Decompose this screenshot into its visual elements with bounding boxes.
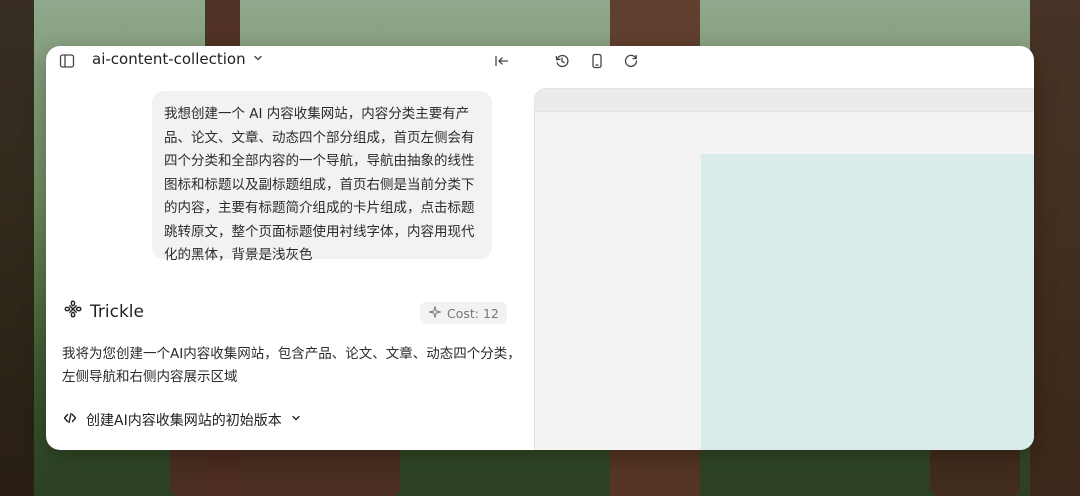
version-toggle[interactable]: 创建AI内容收集网站的初始版本: [62, 410, 302, 430]
chevron-down-icon: [290, 412, 302, 428]
top-toolbar: ai-content-collection: [46, 46, 1034, 76]
preview-toolbar: [535, 89, 1034, 112]
cost-label: Cost: 12: [447, 305, 499, 321]
sidebar-icon[interactable]: [56, 50, 78, 72]
cost-badge: Cost: 12: [420, 302, 507, 324]
trickle-logo-icon: [62, 298, 84, 325]
chat-panel: 我想创建一个 AI 内容收集网站，内容分类主要有产品、论文、文章、动态四个部分组…: [46, 76, 524, 450]
version-label: 创建AI内容收集网站的初始版本: [86, 413, 282, 429]
assistant-reply: 我将为您创建一个AI内容收集网站，包含产品、论文、文章、动态四个分类，左侧导航和…: [62, 346, 521, 385]
sparkle-icon: [428, 305, 442, 322]
project-name: ai-content-collection: [92, 50, 246, 68]
history-icon[interactable]: [551, 50, 573, 72]
phone-icon[interactable]: [586, 50, 608, 72]
refresh-icon[interactable]: [620, 50, 642, 72]
project-switcher[interactable]: ai-content-collection: [92, 50, 264, 68]
preview-panel: [534, 88, 1034, 450]
assistant-header: Trickle: [62, 298, 144, 325]
chevron-down-icon: [252, 50, 264, 68]
preview-content-area: [701, 154, 1034, 450]
collapse-left-icon[interactable]: [491, 50, 513, 72]
assistant-name: Trickle: [90, 301, 144, 322]
code-icon: [62, 410, 78, 430]
app-window: ai-content-collection 我想创建一个 AI 内容收集网站，内…: [46, 46, 1034, 450]
user-message-bubble: 我想创建一个 AI 内容收集网站，内容分类主要有产品、论文、文章、动态四个部分组…: [152, 91, 492, 263]
